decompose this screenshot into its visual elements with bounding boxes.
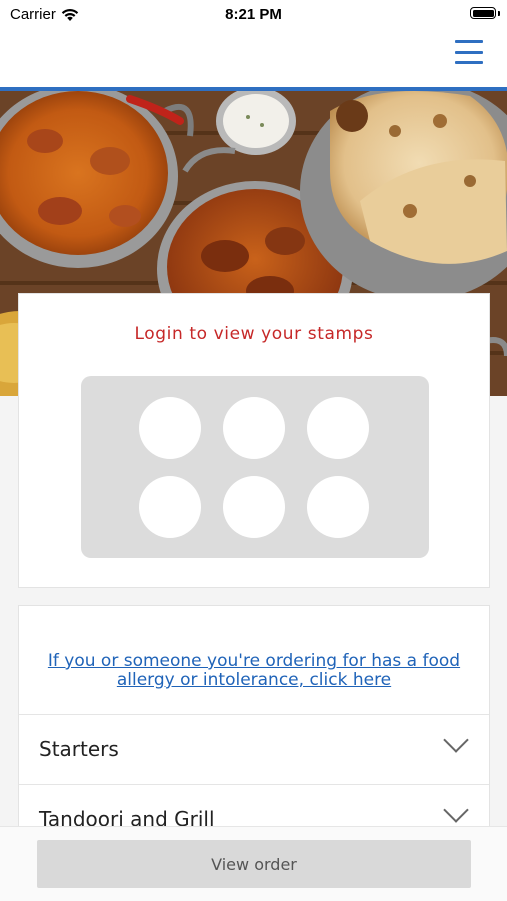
stamp-slot: [223, 476, 285, 538]
status-bar: Carrier 8:21 PM: [0, 0, 507, 30]
battery-icon: [470, 7, 496, 19]
menu-card: If you or someone you're ordering for ha…: [18, 605, 490, 845]
clock: 8:21 PM: [225, 6, 282, 23]
battery-nub: [498, 11, 500, 16]
stamp-slot: [307, 397, 369, 459]
view-order-button[interactable]: View order: [37, 840, 471, 888]
chevron-down-icon: [443, 797, 469, 823]
chevron-down-icon: [443, 727, 469, 753]
category-label: Starters: [39, 737, 119, 761]
stamp-slot: [223, 397, 285, 459]
allergy-info-link[interactable]: If you or someone you're ordering for ha…: [29, 652, 479, 690]
stamp-card: Login to view your stamps: [18, 293, 490, 588]
stamp-slot: [307, 476, 369, 538]
hamburger-menu-icon[interactable]: [455, 40, 483, 64]
app-header: [0, 30, 507, 91]
stamp-panel: [81, 376, 429, 558]
stamp-slot: [139, 476, 201, 538]
category-row-starters[interactable]: Starters: [19, 714, 489, 784]
login-stamps-prompt[interactable]: Login to view your stamps: [19, 324, 489, 344]
stamp-slot: [139, 397, 201, 459]
bottom-bar: View order: [0, 826, 507, 901]
